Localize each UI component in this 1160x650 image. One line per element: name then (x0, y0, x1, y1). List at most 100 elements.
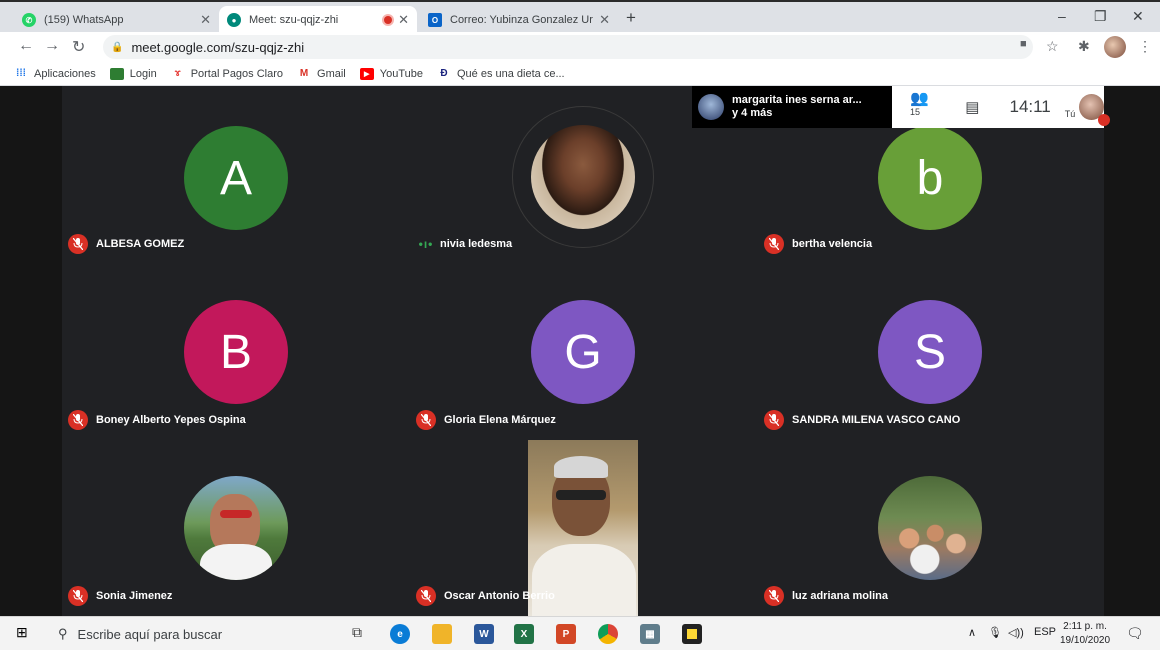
presenter-name: margarita ines serna ar... (732, 94, 862, 106)
reload-icon[interactable]: ↻ (72, 37, 85, 57)
forward-icon[interactable]: → (44, 37, 60, 55)
apps-grid-icon: ⁞⁞⁞ (16, 68, 26, 79)
excel-icon[interactable]: X (514, 624, 534, 644)
participant-tile[interactable]: Sonia Jimenez (62, 438, 410, 614)
extensions-icon[interactable]: ✱ (1078, 38, 1090, 55)
mic-off-icon (764, 410, 784, 430)
new-tab-button[interactable]: + (626, 8, 636, 28)
bookmark-gmail[interactable]: M Gmail (297, 68, 346, 80)
camera-icon[interactable]: ■ (1020, 38, 1027, 50)
participant-name: Gloria Elena Márquez (444, 414, 556, 426)
taskbar-date: 19/10/2020 (1060, 635, 1111, 646)
close-tab-icon[interactable]: ✕ (200, 12, 211, 28)
language-indicator[interactable]: ESP (1034, 626, 1056, 638)
avatar: B (184, 300, 288, 404)
back-icon[interactable]: ← (18, 37, 34, 55)
mic-off-icon (416, 586, 436, 606)
task-view-icon[interactable]: ⧉ (352, 624, 362, 641)
hair-shape (554, 456, 608, 478)
participant-nameplate: SANDRA MILENA VASCO CANO (764, 410, 960, 430)
avatar: S (878, 300, 982, 404)
clock[interactable]: 2:11 p. m. 19/10/2020 (1060, 620, 1110, 648)
tab-title: Correo: Yubinza Gonzalez Uribe - (450, 14, 593, 26)
search-icon: ⚲ (58, 626, 68, 641)
bookmark-label: Qué es una dieta ce... (456, 67, 565, 80)
participant-photo (878, 476, 982, 580)
participant-name: bertha velencia (792, 238, 873, 250)
participant-tile[interactable]: G Gloria Elena Márquez (410, 262, 758, 438)
minimize-icon[interactable]: – (1058, 8, 1066, 24)
meeting-time: 14:11 (1009, 97, 1051, 116)
presenter-chip[interactable]: margarita ines serna ar... y 4 más (692, 86, 892, 128)
right-margin (1104, 86, 1160, 616)
windows-start-icon[interactable]: ⊞ (16, 624, 28, 641)
close-window-icon[interactable]: ✕ (1132, 8, 1144, 25)
restore-icon[interactable]: ❐ (1094, 8, 1107, 25)
chrome-icon[interactable] (598, 624, 618, 644)
participant-nameplate: Oscar Antonio Berrio (416, 586, 555, 606)
mic-off-icon (764, 586, 784, 606)
tab-meet[interactable]: ● Meet: szu-qqjz-zhi ✕ (219, 6, 417, 34)
claro-icon: ɤ (174, 68, 181, 79)
self-avatar[interactable] (1079, 94, 1110, 126)
chevron-up-icon[interactable]: ∧ (968, 626, 976, 639)
bookmark-label: Login (129, 67, 157, 80)
tab-outlook[interactable]: O Correo: Yubinza Gonzalez Uribe - ✕ (420, 6, 618, 34)
participant-tile[interactable]: A ALBESA GOMEZ (62, 86, 410, 262)
edge-icon[interactable]: e (390, 624, 410, 644)
taskbar-search[interactable]: ⚲ Escribe aquí para buscar (46, 621, 326, 647)
menu-icon[interactable]: ⋮ (1138, 38, 1152, 55)
word-icon[interactable]: W (474, 624, 494, 644)
mic-off-icon (68, 410, 88, 430)
bookmark-youtube[interactable]: ▶ YouTube (359, 67, 423, 80)
participant-nameplate: Sonia Jimenez (68, 586, 172, 606)
participant-name: SANDRA MILENA VASCO CANO (792, 414, 961, 426)
profile-avatar[interactable] (1104, 36, 1126, 58)
close-tab-icon[interactable]: ✕ (398, 12, 409, 28)
people-icon: 👥 (910, 90, 929, 107)
mic-off-icon (68, 586, 88, 606)
participant-name: ALBESA GOMEZ (96, 238, 185, 250)
participant-nameplate: Gloria Elena Márquez (416, 410, 556, 430)
people-button[interactable]: 👥15 (910, 89, 937, 125)
participant-tile[interactable]: Oscar Antonio Berrio (410, 438, 758, 616)
windows-taskbar: ⊞ ⚲ Escribe aquí para buscar ⧉ e W X P ▦… (0, 616, 1160, 650)
participant-count: 15 (910, 107, 921, 117)
mic-off-icon (764, 234, 784, 254)
bookmark-article[interactable]: Ð Qué es una dieta ce... (437, 67, 565, 80)
participant-tile[interactable]: S SANDRA MILENA VASCO CANO (758, 262, 1106, 438)
volume-icon[interactable]: ◁)) (1008, 626, 1024, 639)
avatar: A (184, 126, 288, 230)
participant-tile[interactable]: luz adriana molina (758, 438, 1106, 614)
recording-indicator-icon (384, 16, 393, 24)
notifications-icon[interactable]: 🗨 (1126, 625, 1144, 642)
participant-nameplate: luz adriana molina (764, 586, 888, 606)
close-tab-icon[interactable]: ✕ (599, 12, 610, 28)
bookmark-label: Gmail (317, 67, 346, 80)
chat-icon[interactable]: ▤ (965, 98, 979, 116)
bookmark-claro[interactable]: ɤ Portal Pagos Claro (171, 68, 283, 80)
search-placeholder: Escribe aquí para buscar (77, 626, 223, 642)
tab-whatsapp[interactable]: ✆ (159) WhatsApp ✕ (14, 6, 219, 34)
meet-icon: ● (227, 13, 241, 27)
calculator-icon[interactable]: ▦ (640, 624, 660, 644)
left-margin (0, 86, 62, 616)
sticky-notes-icon[interactable] (682, 624, 702, 644)
sunglasses-shape (220, 510, 252, 518)
lock-icon: 🔒 (111, 41, 124, 53)
bookmark-login[interactable]: Login (109, 67, 157, 80)
meeting-controls: 👥15 ▤ 14:11 Tú (892, 86, 1110, 128)
file-explorer-icon[interactable] (432, 624, 452, 644)
glasses-shape (556, 490, 606, 500)
tab-title: (159) WhatsApp (44, 14, 124, 26)
mic-off-icon (1098, 114, 1110, 126)
powerpoint-icon[interactable]: P (556, 624, 576, 644)
participant-tile[interactable]: B Boney Alberto Yepes Ospina (62, 262, 410, 438)
bookmark-apps[interactable]: ⁞⁞⁞ Aplicaciones (14, 68, 96, 80)
outlook-icon: O (428, 13, 442, 27)
participant-name: Oscar Antonio Berrio (444, 590, 555, 602)
bookmark-star-icon[interactable]: ☆ (1046, 38, 1059, 55)
address-bar[interactable]: 🔒 meet.google.com/szu-qqjz-zhi (103, 35, 1033, 59)
participant-name: Boney Alberto Yepes Ospina (96, 414, 246, 426)
microphone-icon[interactable]: 🎙 (988, 626, 1002, 639)
